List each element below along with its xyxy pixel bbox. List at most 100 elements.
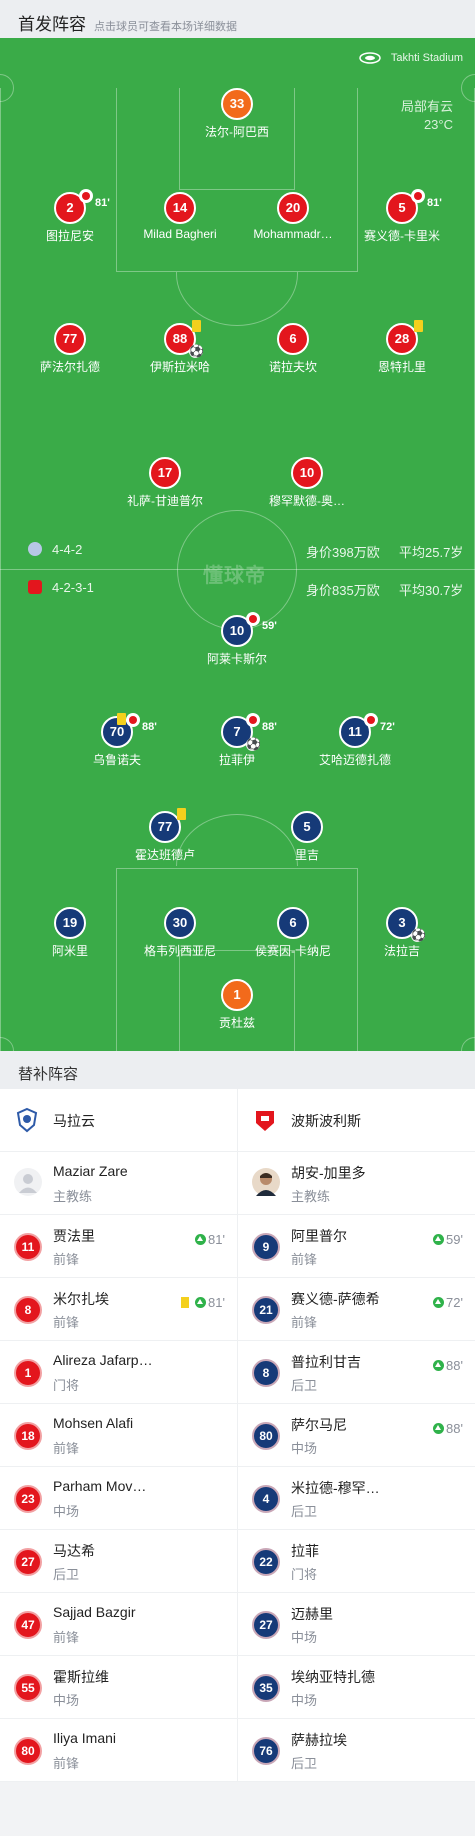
sub-player[interactable]: 22 拉菲 门将 [237, 1530, 475, 1592]
lineup-header: 首发阵容 点击球员可查看本场详细数据 [0, 0, 475, 38]
player-number: 47 [14, 1611, 42, 1639]
weather-text: 局部有云 [400, 99, 453, 114]
sub-player[interactable]: 11 贾法里 前锋 81' [0, 1215, 237, 1277]
player-name: 贾法里 [53, 1228, 95, 1244]
hint-text: 点击球员可查看本场详细数据 [94, 21, 237, 33]
formation-row-top: 4-4-2 身价398万欧 平均25.7岁 [0, 540, 475, 560]
sub-player[interactable]: 4 米拉德-穆罕… 后卫 [237, 1467, 475, 1529]
avatar [252, 1168, 280, 1196]
substitution-time: 81' [208, 1295, 225, 1310]
player-marker[interactable]: 30 格韦列西亚尼 [115, 907, 245, 959]
player-marker[interactable]: 28 恩特扎里 [337, 320, 467, 375]
player-number: 30 [164, 907, 196, 939]
person-icon [19, 1174, 37, 1193]
player-name: 穆罕默德-奥… [269, 494, 345, 508]
player-number: 77 [54, 323, 86, 355]
substitution-in-icon [433, 1423, 445, 1434]
team-avg-age: 平均30.7岁 [399, 583, 464, 598]
sub-player[interactable]: 80 Iliya Imani 前锋 [0, 1719, 237, 1781]
player-name: 礼萨-甘迪普尔 [127, 494, 203, 508]
sub-player[interactable]: 35 埃纳亚特扎德 中场 [237, 1656, 475, 1718]
substitution-time: 81' [427, 197, 442, 209]
player-marker[interactable]: 77 霍达班德卢 [100, 808, 230, 863]
substitution-out-icon [364, 713, 378, 727]
player-marker[interactable]: 10 59' 阿莱卡斯尔 [172, 612, 302, 667]
subs-coach-row: Maziar Zare 主教练 胡安-加里多 主教练 [0, 1152, 475, 1215]
coach-role: 主教练 [53, 1189, 93, 1204]
player-marker[interactable]: 5 里吉 [242, 811, 372, 863]
player-marker[interactable]: 70 88' 乌鲁诺夫 [52, 713, 182, 768]
player-number: 8 [252, 1359, 280, 1387]
player-marker[interactable]: 5 81' 赛义德-卡里米 [337, 189, 467, 244]
sub-player[interactable]: 23 Parham Mov… 中场 [0, 1467, 237, 1529]
player-marker[interactable]: 14 Milad Bagheri [115, 192, 245, 241]
player-marker[interactable]: 10 穆罕默德-奥… [242, 457, 372, 509]
team-value: 身价835万欧 [306, 583, 380, 598]
sub-player[interactable]: 55 霍斯拉维 中场 [0, 1656, 237, 1718]
sub-player[interactable]: 8 米尔扎埃 前锋 81' [0, 1278, 237, 1340]
substitution-in-icon [433, 1297, 445, 1308]
player-number: 55 [14, 1674, 42, 1702]
coach-role: 主教练 [291, 1189, 331, 1204]
player-marker[interactable]: 33 法尔-阿巴西 [172, 88, 302, 140]
player-marker[interactable]: 3 ⚽ 法拉吉 [337, 907, 467, 959]
player-position: 中场 [53, 1504, 80, 1519]
player-number: 3 ⚽ [386, 907, 426, 942]
team-avg-age: 平均25.7岁 [399, 545, 464, 560]
team-name: 马拉云 [53, 1113, 95, 1129]
player-position: 后卫 [291, 1378, 318, 1393]
sub-player[interactable]: 27 马达希 后卫 [0, 1530, 237, 1592]
left-team[interactable]: 马拉云 [0, 1089, 237, 1151]
player-number: 11 [14, 1233, 42, 1261]
right-coach[interactable]: 胡安-加里多 主教练 [237, 1152, 475, 1214]
player-marker[interactable]: 7 88' ⚽ 拉菲伊 [172, 713, 302, 768]
sub-player[interactable]: 1 Alireza Jafarp… 门将 [0, 1341, 237, 1403]
player-name: 埃纳亚特扎德 [291, 1669, 375, 1685]
player-marker[interactable]: 17 礼萨-甘迪普尔 [100, 457, 230, 509]
player-name: 米尔扎埃 [53, 1291, 109, 1307]
sub-player[interactable]: 21 赛义德-萨德希 前锋 72' [237, 1278, 475, 1340]
formation-row-bottom: 4-2-3-1 身价835万欧 平均30.7岁 [0, 578, 475, 598]
substitution-in-icon [195, 1297, 207, 1308]
yellow-card-icon [181, 1297, 190, 1308]
player-number: 77 [149, 808, 186, 843]
pitch: Takhti Stadium 局部有云 23°C 懂球帝 4-4-2 身价398… [0, 38, 475, 1051]
player-number: 7 88' ⚽ [221, 713, 277, 751]
player-marker[interactable]: 1 贡杜兹 [172, 979, 302, 1031]
sub-player[interactable]: 8 普拉利甘吉 后卫 88' [237, 1341, 475, 1403]
player-marker[interactable]: 88 ⚽ 伊斯拉米哈 [115, 320, 245, 375]
club-crest-icon [28, 580, 42, 594]
sub-player[interactable]: 9 阿里普尔 前锋 59' [237, 1215, 475, 1277]
right-team[interactable]: 波斯波利斯 [237, 1089, 475, 1151]
player-name: 拉菲 [291, 1543, 319, 1559]
player-position: 后卫 [291, 1756, 318, 1771]
coach-name: 胡安-加里多 [291, 1165, 366, 1181]
sub-player[interactable]: 47 Sajjad Bazgir 前锋 [0, 1593, 237, 1655]
table-row: 47 Sajjad Bazgir 前锋 27 迈赫里 中场 [0, 1593, 475, 1656]
weather-info: 局部有云 23°C [401, 98, 453, 134]
sub-player[interactable]: 27 迈赫里 中场 [237, 1593, 475, 1655]
stadium-icon [359, 52, 381, 64]
player-number: 23 [14, 1485, 42, 1513]
player-position: 后卫 [53, 1567, 80, 1582]
club-crest-icon [256, 1111, 274, 1131]
substitution-in: 59' [433, 1232, 463, 1247]
sub-player[interactable]: 80 萨尔马尼 中场 88' [237, 1404, 475, 1466]
player-position: 前锋 [53, 1315, 80, 1330]
player-number: 35 [252, 1674, 280, 1702]
player-name: 米拉德-穆罕… [291, 1480, 380, 1496]
player-number: 80 [252, 1422, 280, 1450]
goal-ball-icon: ⚽ [246, 737, 261, 751]
table-row: 18 Mohsen Alafi 前锋 80 萨尔马尼 中场 88' [0, 1404, 475, 1467]
player-position: 后卫 [291, 1504, 318, 1519]
player-number: 22 [252, 1548, 280, 1576]
player-name: 乌鲁诺夫 [92, 753, 141, 767]
sub-player[interactable]: 76 萨赫拉埃 后卫 [237, 1719, 475, 1781]
sub-player[interactable]: 18 Mohsen Alafi 前锋 [0, 1404, 237, 1466]
player-marker[interactable]: 11 72' 艾哈迈德扎德 [290, 713, 420, 768]
left-coach[interactable]: Maziar Zare 主教练 [0, 1152, 237, 1214]
subs-player-rows: 11 贾法里 前锋 81' 9 阿里普尔 前锋 59' 8 米尔扎埃 前锋 81' 21 赛义德-萨德希前… [0, 1215, 475, 1782]
player-position: 前锋 [53, 1252, 80, 1267]
player-position: 中场 [53, 1693, 80, 1708]
player-name: 萨赫拉埃 [291, 1732, 347, 1748]
